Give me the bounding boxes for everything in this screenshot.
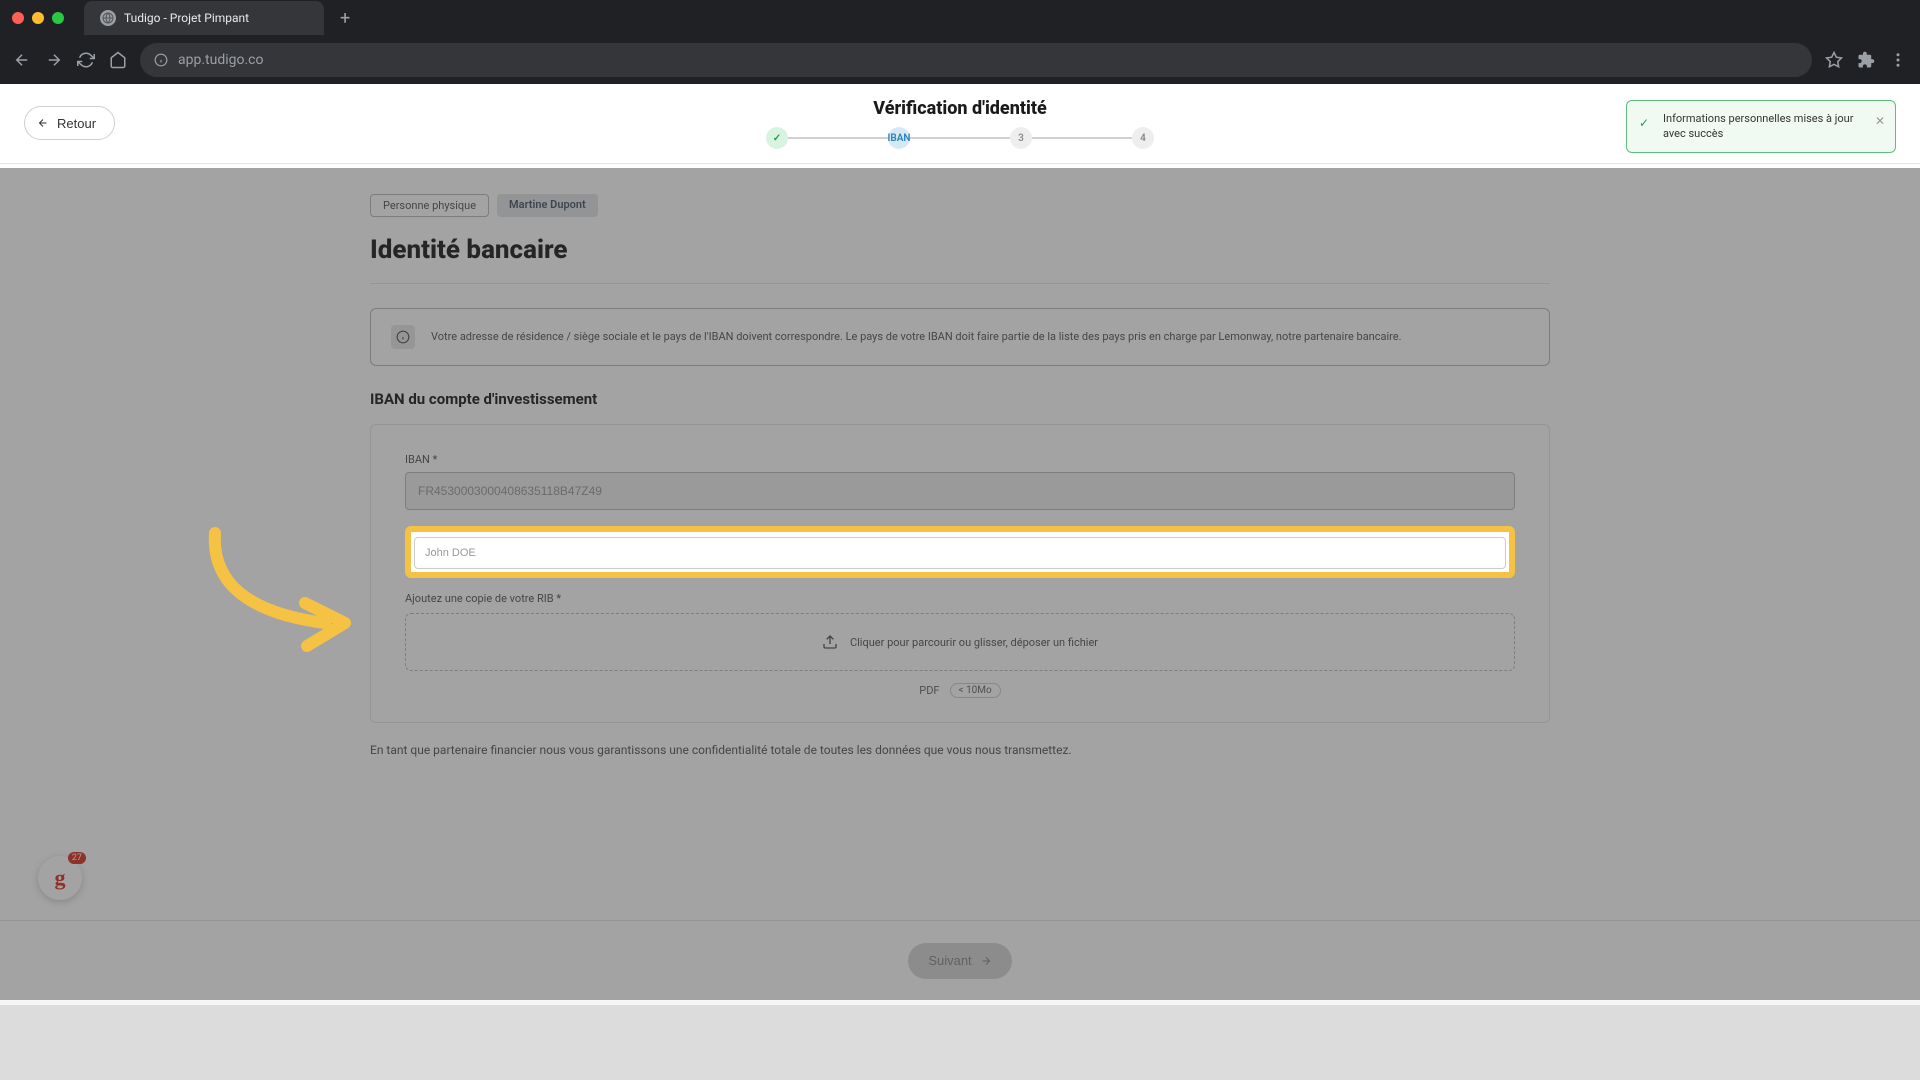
- toast-message: Informations personnelles mises à jour a…: [1663, 112, 1853, 140]
- back-icon[interactable]: [12, 50, 32, 70]
- chip-account-type: Personne physique: [370, 194, 489, 217]
- step-connector: [1032, 137, 1132, 139]
- success-toast: ✓ Informations personnelles mises à jour…: [1626, 100, 1896, 153]
- highlighted-field-wrap: Titulaire du compte *: [405, 526, 1515, 578]
- close-icon[interactable]: ✕: [1875, 113, 1885, 130]
- account-holder-input[interactable]: [414, 537, 1506, 569]
- page-header-title: Vérification d'identité: [766, 98, 1154, 119]
- new-tab-button[interactable]: +: [332, 8, 358, 29]
- maximize-window-icon[interactable]: [52, 12, 64, 24]
- info-banner: Votre adresse de résidence / siège socia…: [370, 308, 1550, 366]
- back-button[interactable]: Retour: [24, 106, 115, 140]
- next-button-label: Suivant: [928, 953, 971, 968]
- upload-dropzone[interactable]: Cliquer pour parcourir ou glisser, dépos…: [405, 613, 1515, 671]
- browser-tab[interactable]: Tudigo - Projet Pimpant: [84, 1, 324, 35]
- footer: Suivant: [0, 920, 1920, 1000]
- iban-input[interactable]: [405, 472, 1515, 510]
- help-bubble[interactable]: g 27: [38, 856, 82, 900]
- annotation-arrow-icon: [195, 518, 375, 658]
- upload-size-limit: < 10Mo: [950, 683, 1001, 698]
- chips-row: Personne physique Martine Dupont: [370, 194, 1550, 217]
- info-text: Votre adresse de résidence / siège socia…: [431, 329, 1402, 344]
- nav-bar: app.tudigo.co: [0, 36, 1920, 84]
- next-button[interactable]: Suivant: [908, 943, 1011, 979]
- window-controls: [12, 12, 64, 24]
- upload-label: Ajoutez une copie de votre RIB *: [405, 592, 1515, 605]
- page-header: Retour Vérification d'identité ✓ IBAN 3 …: [0, 84, 1920, 164]
- chip-user-name: Martine Dupont: [497, 194, 598, 217]
- minimize-window-icon[interactable]: [32, 12, 44, 24]
- step-connector: [788, 137, 888, 139]
- extensions-icon[interactable]: [1856, 50, 1876, 70]
- arrow-left-icon: [37, 117, 49, 129]
- menu-icon[interactable]: [1888, 50, 1908, 70]
- close-window-icon[interactable]: [12, 12, 24, 24]
- help-badge-count: 27: [68, 852, 86, 864]
- arrow-right-icon: [980, 955, 992, 967]
- step-connector: [910, 137, 1010, 139]
- star-icon[interactable]: [1824, 50, 1844, 70]
- step-1-done: ✓: [766, 127, 788, 149]
- form-card: IBAN * Titulaire du compte * Ajoutez une…: [370, 424, 1550, 723]
- iban-label: IBAN *: [405, 453, 1515, 466]
- upload-meta: PDF < 10Mo: [405, 683, 1515, 698]
- page-title: Identité bancaire: [370, 235, 1550, 265]
- info-icon: [391, 325, 415, 349]
- page-area: Retour Vérification d'identité ✓ IBAN 3 …: [0, 84, 1920, 1000]
- site-info-icon: [154, 53, 168, 67]
- step-2-active: IBAN: [888, 127, 910, 149]
- forward-icon[interactable]: [44, 50, 64, 70]
- reload-icon[interactable]: [76, 50, 96, 70]
- url-bar[interactable]: app.tudigo.co: [140, 43, 1812, 77]
- step-3-pending: 3: [1010, 127, 1032, 149]
- globe-icon: [100, 10, 116, 26]
- letterbox: [0, 1005, 1920, 1080]
- divider: [370, 283, 1550, 284]
- upload-format: PDF: [919, 684, 939, 697]
- upload-zone-text: Cliquer pour parcourir ou glisser, dépos…: [850, 636, 1098, 649]
- upload-icon: [822, 634, 838, 650]
- highlight-border: Titulaire du compte *: [405, 526, 1515, 578]
- section-label: IBAN du compte d'investissement: [370, 390, 1550, 408]
- back-button-label: Retour: [57, 116, 96, 131]
- stepper: ✓ IBAN 3 4: [766, 127, 1154, 149]
- step-4-pending: 4: [1132, 127, 1154, 149]
- content: Personne physique Martine Dupont Identit…: [370, 164, 1550, 797]
- url-text: app.tudigo.co: [178, 52, 263, 68]
- check-icon: ✓: [1639, 115, 1649, 132]
- help-logo-icon: g: [55, 865, 66, 891]
- tab-strip: Tudigo - Projet Pimpant +: [0, 0, 1920, 36]
- browser-chrome: Tudigo - Projet Pimpant + app.tudigo.co: [0, 0, 1920, 84]
- tab-title: Tudigo - Projet Pimpant: [124, 11, 249, 25]
- disclaimer-text: En tant que partenaire financier nous vo…: [370, 743, 1550, 757]
- home-icon[interactable]: [108, 50, 128, 70]
